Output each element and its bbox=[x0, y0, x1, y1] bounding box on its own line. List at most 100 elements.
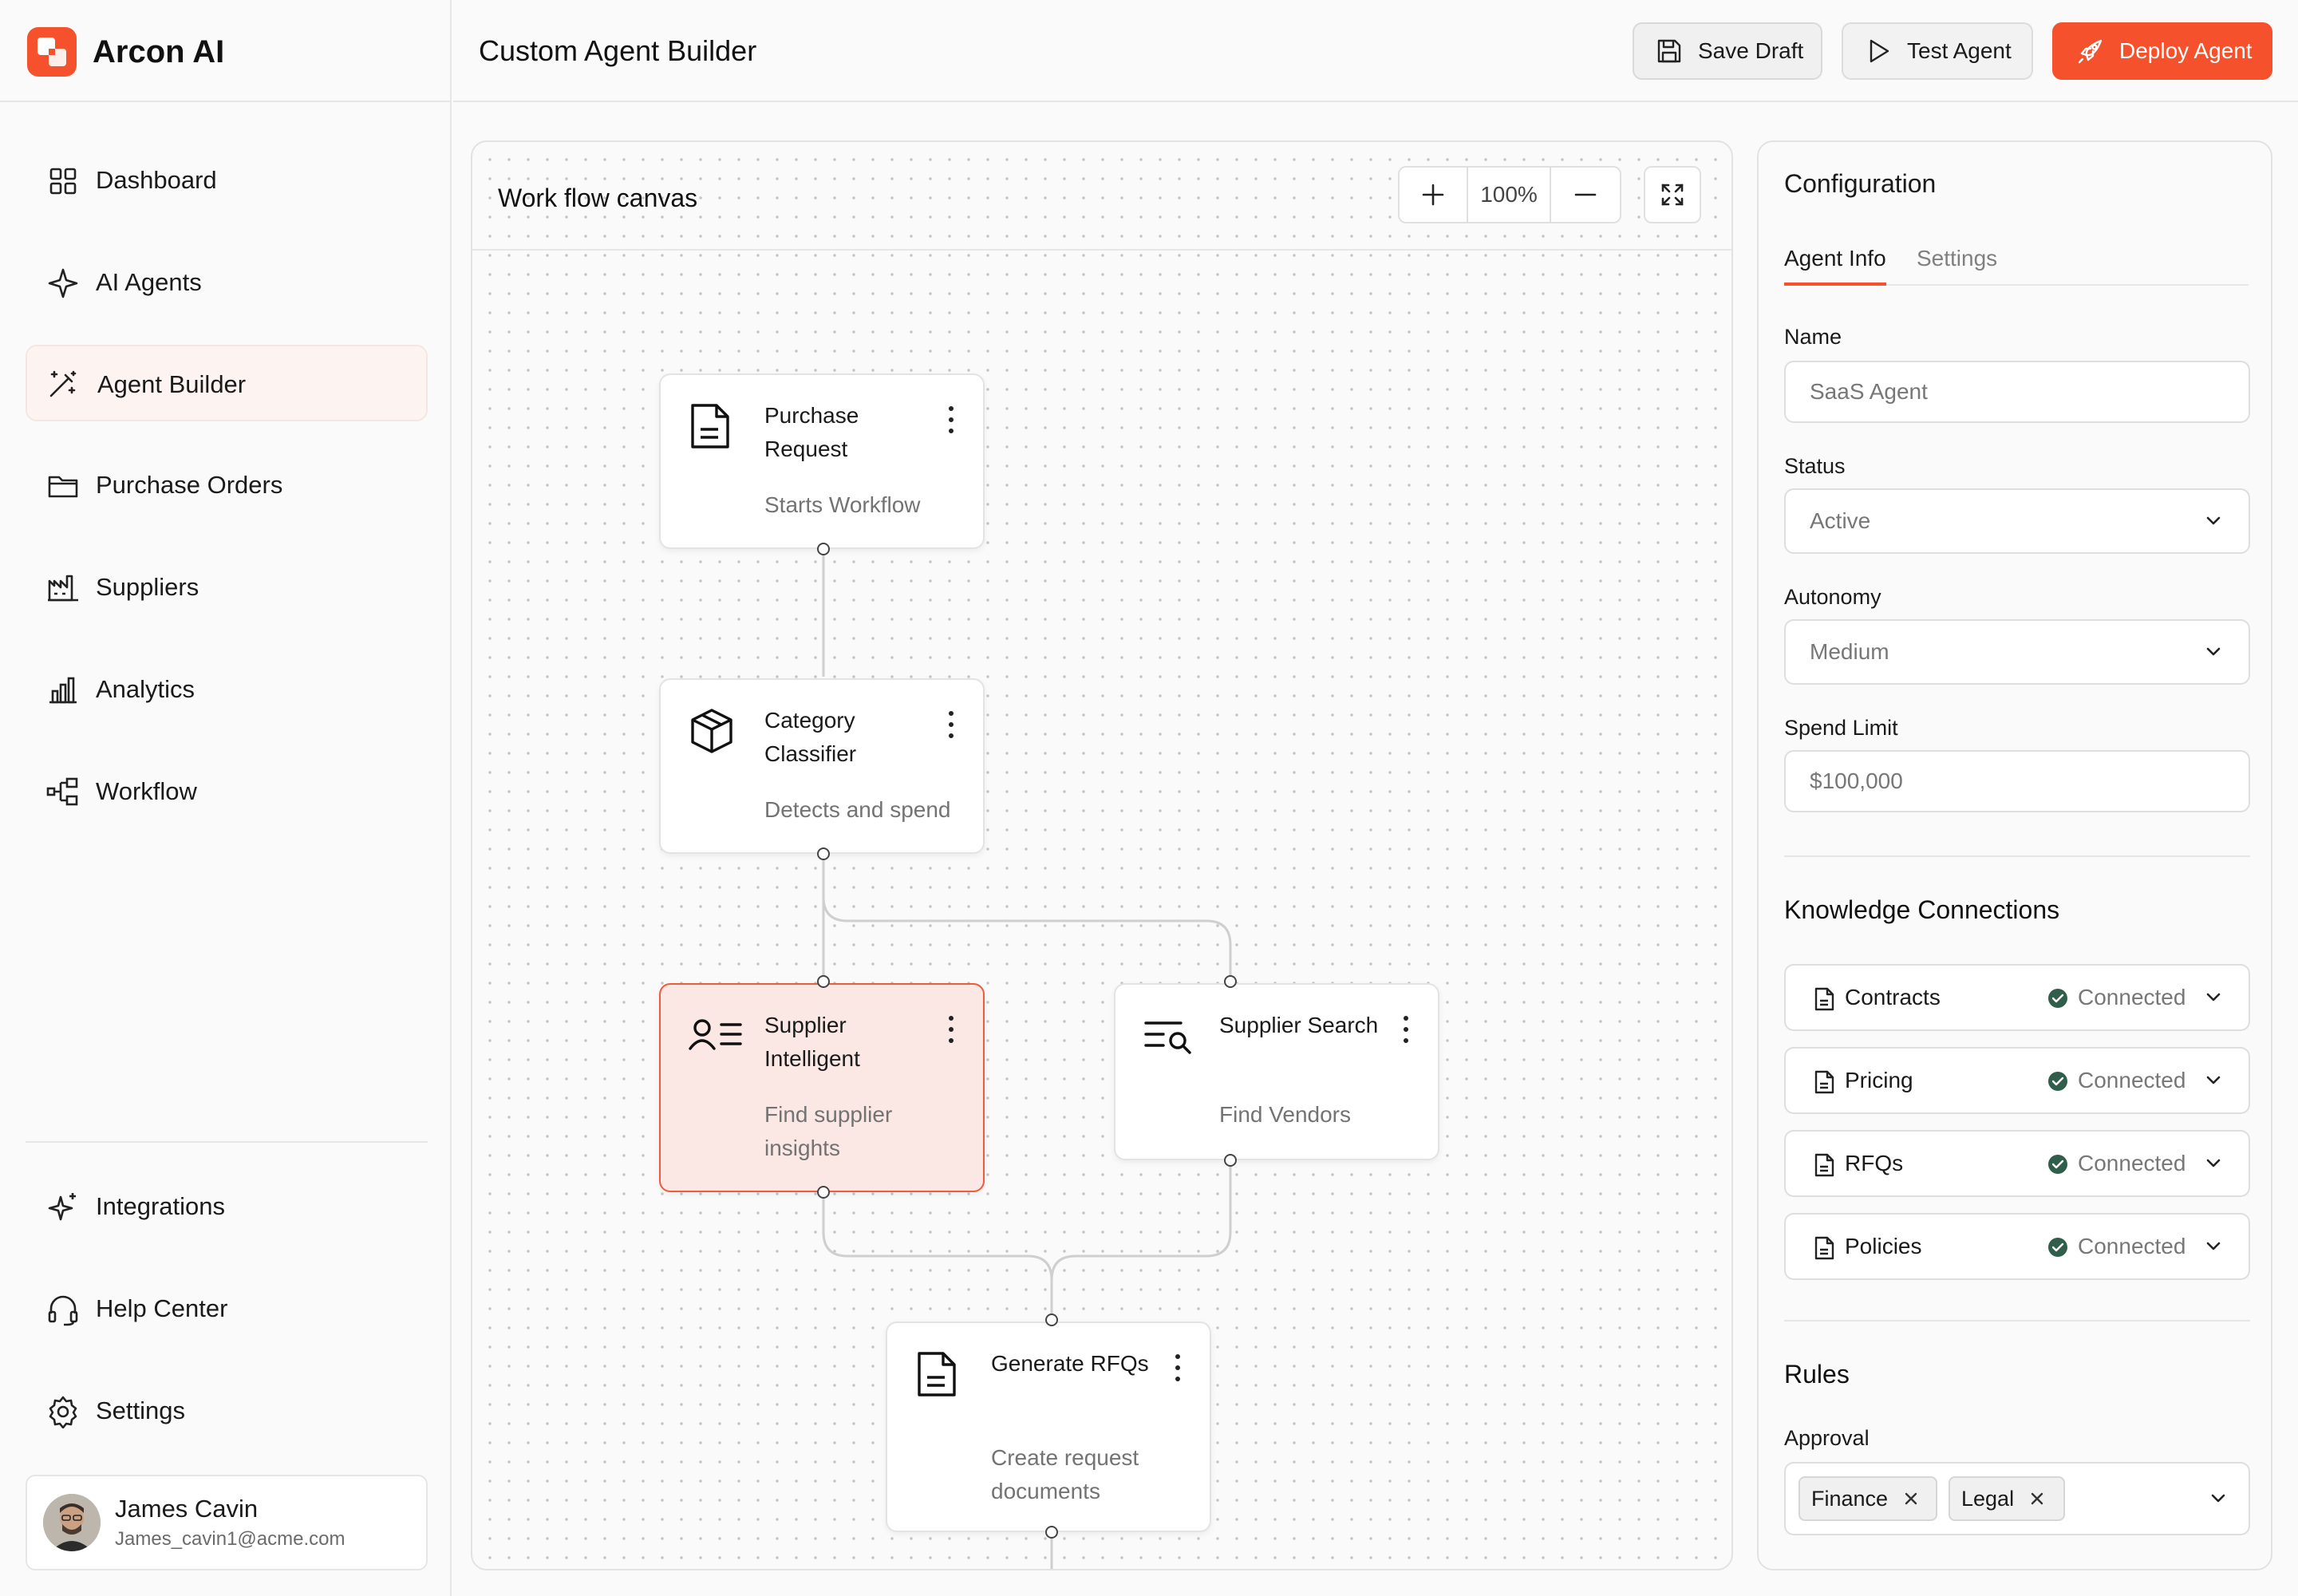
tab-settings[interactable]: Settings bbox=[1917, 243, 1997, 275]
sidebar-item-analytics[interactable]: Analytics bbox=[26, 651, 428, 728]
more-vertical-icon[interactable] bbox=[946, 404, 956, 436]
node-subtitle: Create request documents bbox=[991, 1445, 1139, 1503]
chevron-down-icon[interactable] bbox=[2207, 1487, 2229, 1510]
arcon-logo-icon[interactable] bbox=[27, 27, 77, 77]
sidebar-item-label: Dashboard bbox=[96, 166, 217, 194]
node-port[interactable] bbox=[1224, 975, 1237, 988]
node-port[interactable] bbox=[1045, 1314, 1058, 1326]
node-port[interactable] bbox=[817, 975, 830, 988]
user-card[interactable]: James Cavin James_cavin1@acme.com bbox=[26, 1475, 428, 1570]
config-title: Configuration bbox=[1784, 169, 1937, 198]
node-port[interactable] bbox=[1224, 1154, 1237, 1167]
sidebar-item-agent-builder[interactable]: Agent Builder bbox=[26, 345, 428, 421]
avatar[interactable] bbox=[43, 1494, 101, 1551]
connection-rfqs[interactable]: RFQs Connected bbox=[1784, 1130, 2250, 1197]
workflow-canvas[interactable]: Work flow canvas 100% Purchase Request S… bbox=[471, 140, 1733, 1570]
node-title: Category Classifier bbox=[764, 708, 857, 766]
list-search-icon bbox=[1143, 1012, 1198, 1060]
document-icon bbox=[914, 1350, 959, 1398]
workflow-node-supplier-search[interactable]: Supplier Search Find Vendors bbox=[1114, 983, 1439, 1160]
user-list-icon bbox=[688, 1012, 744, 1060]
node-port[interactable] bbox=[817, 543, 830, 555]
spend-limit-input[interactable]: $100,000 bbox=[1784, 750, 2250, 812]
sidebar-divider bbox=[26, 1141, 428, 1143]
check-circle-icon bbox=[2047, 1071, 2068, 1092]
close-icon[interactable] bbox=[2028, 1490, 2046, 1507]
connection-name: Contracts bbox=[1845, 985, 1941, 1009]
more-vertical-icon[interactable] bbox=[1173, 1352, 1183, 1384]
check-circle-icon bbox=[2047, 988, 2068, 1009]
node-port[interactable] bbox=[817, 847, 830, 860]
tab-agent-info[interactable]: Agent Info bbox=[1784, 243, 1886, 286]
workflow-node-generate-rfqs[interactable]: Generate RFQs Create request documents bbox=[886, 1321, 1211, 1532]
sidebar-item-suppliers[interactable]: Suppliers bbox=[26, 549, 428, 626]
connection-status: Connected bbox=[2078, 1068, 2186, 1092]
chevron-down-icon[interactable] bbox=[2202, 1152, 2225, 1175]
sidebar-item-label: Settings bbox=[96, 1396, 186, 1424]
page-title: Custom Agent Builder bbox=[479, 34, 757, 67]
sidebar-item-dashboard[interactable]: Dashboard bbox=[26, 142, 428, 219]
workflow-icon bbox=[46, 776, 80, 809]
sidebar-item-help-center[interactable]: Help Center bbox=[26, 1270, 428, 1347]
more-vertical-icon[interactable] bbox=[1401, 1013, 1411, 1045]
check-circle-icon bbox=[2047, 1237, 2068, 1258]
spend-limit-label: Spend Limit bbox=[1784, 716, 1898, 740]
autonomy-value: Medium bbox=[1810, 639, 1889, 664]
sidebar-item-label: Purchase Orders bbox=[96, 471, 283, 499]
chevron-down-icon[interactable] bbox=[2202, 1069, 2225, 1092]
sidebar-item-label: Integrations bbox=[96, 1192, 225, 1220]
connection-name: Pricing bbox=[1845, 1068, 1913, 1092]
workflow-node-category-classifier[interactable]: Category Classifier Detects and spend bbox=[659, 678, 985, 854]
section-divider bbox=[1784, 1320, 2250, 1321]
save-draft-label: Save Draft bbox=[1698, 38, 1804, 63]
sidebar-item-label: Workflow bbox=[96, 777, 197, 805]
node-title: Purchase Request bbox=[764, 403, 859, 461]
approval-chip-legal: Legal bbox=[1949, 1476, 2065, 1521]
node-title: Supplier Intelligent bbox=[764, 1013, 860, 1071]
gear-icon bbox=[46, 1395, 80, 1428]
sidebar-item-settings[interactable]: Settings bbox=[26, 1373, 428, 1449]
box-icon bbox=[688, 707, 732, 755]
workflow-node-supplier-intelligent[interactable]: Supplier Intelligent Find supplier insig… bbox=[659, 983, 985, 1192]
node-port[interactable] bbox=[817, 1186, 830, 1199]
node-port[interactable] bbox=[1045, 1526, 1058, 1539]
file-icon bbox=[1813, 1069, 1835, 1095]
connection-pricing[interactable]: Pricing Connected bbox=[1784, 1047, 2250, 1114]
headset-icon bbox=[46, 1293, 80, 1326]
chevron-down-icon[interactable] bbox=[2202, 1235, 2225, 1258]
sidebar-item-ai-agents[interactable]: AI Agents bbox=[26, 244, 428, 321]
connection-contracts[interactable]: Contracts Connected bbox=[1784, 964, 2250, 1031]
sidebar-item-purchase-orders[interactable]: Purchase Orders bbox=[26, 447, 428, 523]
user-email: James_cavin1@acme.com bbox=[115, 1528, 345, 1550]
file-icon bbox=[1813, 1152, 1835, 1178]
chevron-down-icon[interactable] bbox=[2202, 986, 2225, 1009]
deploy-agent-label: Deploy Agent bbox=[2119, 38, 2253, 63]
play-icon bbox=[1864, 37, 1893, 65]
magic-wand-icon bbox=[46, 367, 80, 401]
workflow-node-purchase-request[interactable]: Purchase Request Starts Workflow bbox=[659, 373, 985, 549]
spend-limit-value: $100,000 bbox=[1810, 768, 1903, 793]
dashboard-icon bbox=[46, 164, 80, 198]
sidebar: Arcon AI Dashboard AI Agents Agent Build… bbox=[0, 0, 452, 1596]
autonomy-select[interactable]: Medium bbox=[1784, 619, 2250, 685]
name-input[interactable]: SaaS Agent bbox=[1784, 361, 2250, 423]
sidebar-item-workflow[interactable]: Workflow bbox=[26, 753, 428, 830]
save-draft-button[interactable]: Save Draft bbox=[1633, 22, 1822, 80]
sidebar-item-label: Help Center bbox=[96, 1294, 228, 1322]
connection-status: Connected bbox=[2078, 985, 2186, 1009]
approval-multiselect[interactable]: Finance Legal bbox=[1784, 1462, 2250, 1535]
deploy-agent-button[interactable]: Deploy Agent bbox=[2052, 22, 2272, 80]
approval-label: Approval bbox=[1784, 1426, 1870, 1450]
app-name: Arcon AI bbox=[93, 34, 225, 69]
check-circle-icon bbox=[2047, 1154, 2068, 1175]
user-name: James Cavin bbox=[115, 1495, 259, 1523]
status-select[interactable]: Active bbox=[1784, 488, 2250, 554]
chip-label: Finance bbox=[1811, 1486, 1889, 1511]
test-agent-button[interactable]: Test Agent bbox=[1842, 22, 2033, 80]
close-icon[interactable] bbox=[1902, 1490, 1920, 1507]
knowledge-connections-title: Knowledge Connections bbox=[1784, 895, 2060, 924]
more-vertical-icon[interactable] bbox=[946, 709, 956, 741]
more-vertical-icon[interactable] bbox=[946, 1013, 956, 1045]
sidebar-item-integrations[interactable]: Integrations bbox=[26, 1168, 428, 1245]
connection-policies[interactable]: Policies Connected bbox=[1784, 1213, 2250, 1280]
